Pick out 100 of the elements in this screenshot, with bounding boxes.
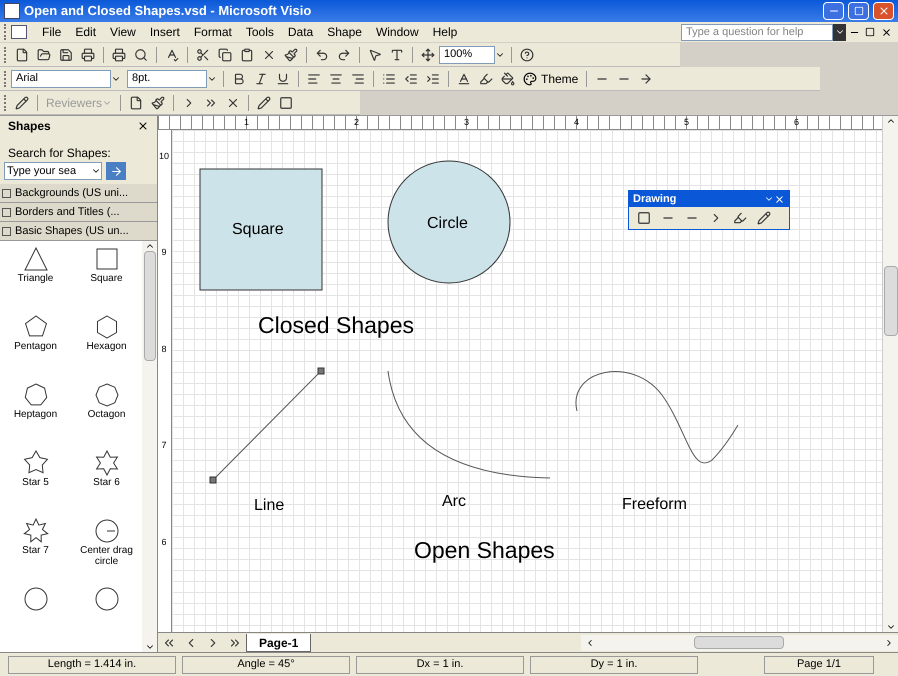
vertical-scrollbar[interactable]: [882, 116, 898, 632]
align-center-icon[interactable]: [329, 72, 343, 86]
bold-icon[interactable]: [232, 72, 246, 86]
line-ends-icon[interactable]: [639, 72, 654, 86]
stencil-shape[interactable]: Triangle: [0, 245, 71, 309]
menu-item[interactable]: File: [35, 23, 68, 41]
help-dropdown-button[interactable]: [833, 24, 846, 40]
scrollbar-thumb[interactable]: [144, 251, 156, 361]
copy-icon[interactable]: [218, 48, 232, 62]
indent-icon[interactable]: [426, 72, 440, 86]
status-field: Dx = 1 in.: [356, 656, 524, 674]
star7-icon: [22, 517, 50, 545]
bullets-icon[interactable]: [382, 72, 396, 86]
stencil-shape[interactable]: Square: [71, 245, 142, 309]
menu-item[interactable]: View: [103, 23, 143, 41]
stencil-shape[interactable]: Octagon: [71, 381, 142, 445]
font-size-field[interactable]: 8pt.: [127, 70, 207, 88]
printer-icon[interactable]: [112, 48, 126, 62]
undo-icon[interactable]: [315, 48, 329, 62]
stencil-shape[interactable]: Star 7: [0, 517, 71, 581]
shape-label: Center drag circle: [79, 545, 134, 567]
menu-item[interactable]: Insert: [142, 23, 187, 41]
align-left-icon[interactable]: [307, 72, 321, 86]
stencil-shape[interactable]: Heptagon: [0, 381, 71, 445]
stencil-shape[interactable]: Center drag circle: [71, 517, 142, 581]
shape-label: Star 6: [92, 477, 121, 488]
paste-icon[interactable]: [240, 48, 254, 62]
scrollbar-thumb[interactable]: [694, 636, 784, 649]
heading-text: Closed Shapes: [258, 311, 414, 340]
stencil-shape[interactable]: Star 6: [71, 449, 142, 513]
search-field[interactable]: Type your sea: [4, 162, 102, 180]
center-circle-icon: [92, 517, 120, 545]
stencil-scrollbar[interactable]: [142, 241, 157, 652]
menu-item[interactable]: Tools: [238, 23, 281, 41]
restore-icon[interactable]: [865, 27, 875, 37]
underline-icon[interactable]: [276, 72, 290, 86]
cut-icon[interactable]: [196, 48, 210, 62]
new-file-icon[interactable]: [15, 48, 29, 62]
panel-title: Shapes: [8, 118, 51, 135]
ruler-label: 2: [353, 116, 360, 129]
shape-label: Pentagon: [13, 341, 58, 352]
menu-item[interactable]: Window: [368, 23, 426, 41]
menu-item[interactable]: Format: [186, 23, 239, 41]
shape-text: Line: [254, 496, 284, 516]
stencil-header[interactable]: Backgrounds (US uni...: [0, 184, 157, 203]
pencil-tool-icon[interactable]: [757, 211, 771, 225]
save-icon[interactable]: [59, 48, 73, 62]
redo-icon[interactable]: [337, 48, 351, 62]
search-go-button[interactable]: [106, 162, 126, 180]
maximize-button[interactable]: [848, 2, 869, 20]
font-field[interactable]: Arial: [11, 70, 111, 88]
heading-text: Open Shapes: [414, 536, 555, 565]
minimize-button[interactable]: [823, 2, 844, 20]
ruler-label: 9: [160, 246, 168, 260]
stencil-shape[interactable]: Star 5: [0, 449, 71, 513]
triangle-icon: [22, 245, 50, 273]
menu-item[interactable]: Shape: [320, 23, 369, 41]
app-icon: [4, 3, 20, 19]
print-icon[interactable]: [81, 48, 95, 62]
shape-text: Circle: [427, 214, 468, 234]
stencil-header[interactable]: Borders and Titles (...: [0, 203, 157, 222]
menu-item[interactable]: Help: [426, 23, 464, 41]
close-icon[interactable]: [774, 194, 785, 204]
circle-icon: [92, 585, 120, 613]
italic-icon[interactable]: [254, 72, 268, 86]
zoom-field[interactable]: 100%: [439, 46, 495, 64]
pan-icon[interactable]: [421, 48, 435, 62]
help-icon[interactable]: [520, 48, 534, 62]
preview-icon[interactable]: [134, 48, 148, 62]
text-icon[interactable]: [390, 48, 404, 62]
menu-item[interactable]: Data: [280, 23, 320, 41]
drawing-canvas[interactable]: Square Circle Line Arc Freeform Closed Shapes Open Shapes Drawing: [172, 130, 882, 632]
brush-icon[interactable]: [284, 48, 298, 62]
close-button[interactable]: [873, 2, 894, 20]
font-color-icon[interactable]: [457, 72, 471, 86]
shape-label: Star 5: [21, 477, 50, 488]
shape-label: Hexagon: [85, 341, 128, 352]
fill-color-icon[interactable]: [501, 72, 515, 86]
stencil-shape[interactable]: Pentagon: [0, 313, 71, 377]
help-search-field[interactable]: Type a question for help: [681, 24, 833, 40]
pointer-icon[interactable]: [368, 48, 382, 62]
menu-item[interactable]: Edit: [68, 23, 104, 41]
horizontal-scrollbar[interactable]: [581, 634, 898, 650]
stencil-shape[interactable]: Hexagon: [71, 313, 142, 377]
stencil-header[interactable]: Basic Shapes (US un...: [0, 222, 157, 241]
outdent-icon[interactable]: [404, 72, 418, 86]
spelling-icon[interactable]: [165, 48, 179, 62]
page-tab[interactable]: Page-1: [246, 634, 312, 652]
ruler-label: 4: [573, 116, 580, 129]
scrollbar-thumb[interactable]: [884, 266, 898, 336]
align-right-icon[interactable]: [351, 72, 365, 86]
theme-button[interactable]: Theme: [519, 70, 582, 88]
octagon-icon: [92, 381, 120, 409]
folder-icon[interactable]: [37, 48, 51, 62]
close-icon[interactable]: [137, 120, 149, 132]
edit-icon[interactable]: [257, 96, 272, 110]
markup-icon[interactable]: [15, 96, 29, 110]
rectangle-tool-icon[interactable]: [637, 211, 651, 225]
close-icon[interactable]: [880, 26, 892, 38]
pane-icon[interactable]: [279, 96, 294, 110]
